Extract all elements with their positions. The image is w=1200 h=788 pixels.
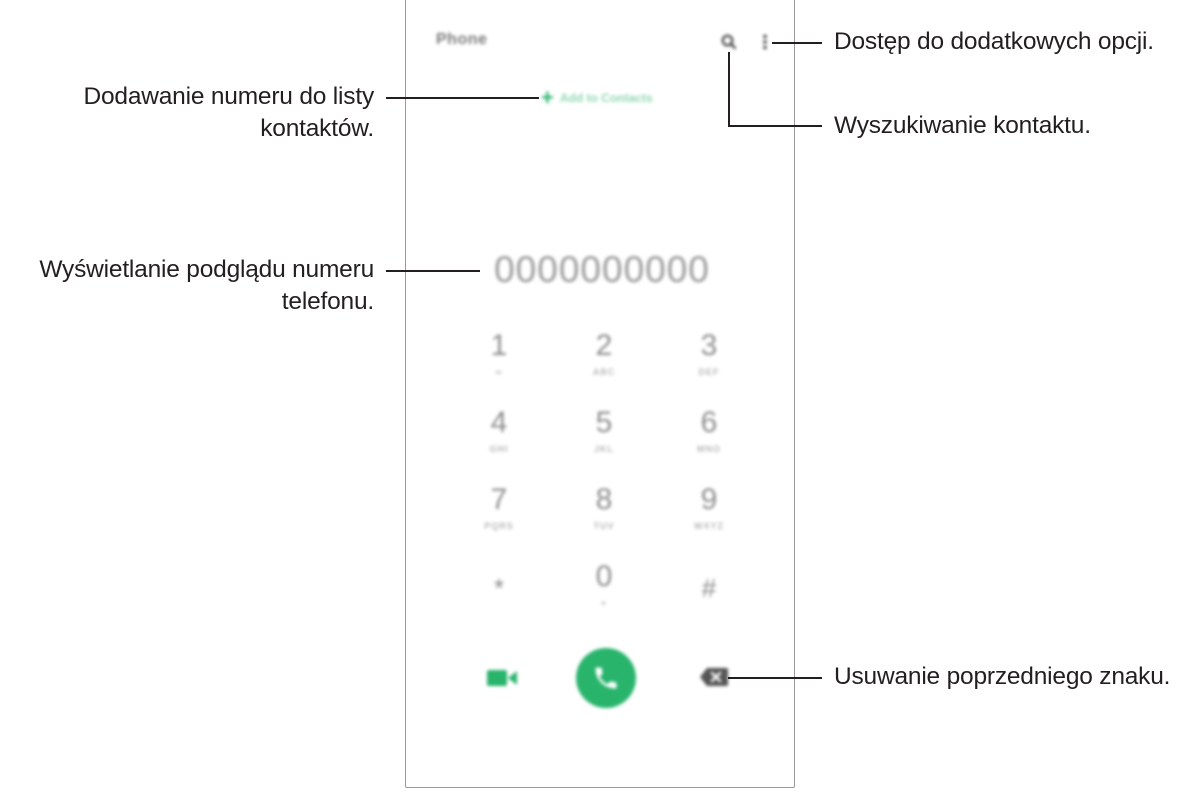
key-digit: 2 (595, 329, 613, 362)
key-letters: GHI (489, 444, 509, 454)
key-4[interactable]: 4 GHI (464, 406, 534, 466)
callout-delete-char: Usuwanie poprzedniego znaku. (834, 663, 1171, 690)
key-letters: JKL (593, 444, 614, 454)
key-6[interactable]: 6 MNO (674, 406, 744, 466)
key-hash[interactable]: # (674, 560, 744, 620)
key-digit: 1 (490, 329, 508, 362)
video-call-button[interactable] (486, 667, 518, 689)
leader-line-search-vertical (728, 52, 730, 127)
video-call-icon (487, 670, 517, 686)
add-to-contacts-button[interactable]: + Add to Contacts (541, 85, 653, 111)
callout-add-number-line2: kontaktów. (260, 115, 374, 142)
key-letters: PQRS (484, 521, 514, 531)
callout-preview-number-line1: Wyświetlanie podglądu numeru (39, 256, 374, 283)
key-letters: MNO (697, 444, 721, 454)
more-options-button[interactable] (758, 32, 772, 52)
phone-call-icon (595, 667, 617, 689)
key-letters: TUV (593, 521, 615, 531)
callout-add-number: Dodawanie numeru do listy kontaktów. (83, 81, 374, 145)
leader-line-delete-char (728, 677, 822, 679)
callout-preview-number: Wyświetlanie podglądu numeru telefonu. (39, 254, 374, 318)
key-digit: 7 (490, 483, 508, 516)
app-title: Phone (436, 31, 488, 48)
key-8[interactable]: 8 TUV (569, 483, 639, 543)
key-letters: + (600, 598, 608, 608)
search-button[interactable] (719, 32, 739, 52)
key-digit: 8 (595, 483, 613, 516)
leader-line-search-horizontal (728, 125, 822, 127)
key-letters: WXYZ (694, 521, 724, 531)
key-letters: DEF (698, 367, 720, 377)
key-digit: 0 (595, 560, 613, 593)
more-options-icon (763, 34, 767, 50)
search-icon (721, 34, 737, 50)
key-digit: 6 (700, 406, 718, 439)
key-star[interactable]: * (464, 560, 534, 620)
key-digit: 5 (595, 406, 613, 439)
number-display: 0000000000 (494, 249, 710, 290)
key-9[interactable]: 9 WXYZ (674, 483, 744, 543)
key-letters: ∞ (495, 367, 503, 377)
key-letters: ABC (592, 367, 616, 377)
phone-screen: Phone + Add to Contacts 0000000000 1 ∞ 2… (405, 0, 795, 788)
key-5[interactable]: 5 JKL (569, 406, 639, 466)
key-digit: # (701, 573, 717, 603)
callout-add-number-line1: Dodawanie numeru do listy (83, 83, 374, 110)
callout-search-contact: Wyszukiwanie kontaktu. (834, 112, 1091, 139)
key-1[interactable]: 1 ∞ (464, 329, 534, 389)
key-digit: 4 (490, 406, 508, 439)
leader-line-preview-number (386, 270, 480, 272)
key-7[interactable]: 7 PQRS (464, 483, 534, 543)
add-to-contacts-label: Add to Contacts (559, 91, 653, 105)
key-3[interactable]: 3 DEF (674, 329, 744, 389)
key-0[interactable]: 0 + (569, 560, 639, 620)
key-2[interactable]: 2 ABC (569, 329, 639, 389)
key-digit: * (493, 573, 505, 603)
plus-icon: + (541, 85, 554, 110)
backspace-button[interactable] (699, 667, 729, 687)
leader-line-more-options (772, 42, 822, 44)
callout-more-options: Dostęp do dodatkowych opcji. (834, 28, 1154, 55)
leader-line-add-number (386, 97, 539, 99)
call-button[interactable] (576, 648, 636, 708)
key-digit: 9 (700, 483, 718, 516)
key-digit: 3 (700, 329, 718, 362)
callout-preview-number-line2: telefonu. (281, 288, 374, 315)
backspace-icon (700, 668, 728, 686)
